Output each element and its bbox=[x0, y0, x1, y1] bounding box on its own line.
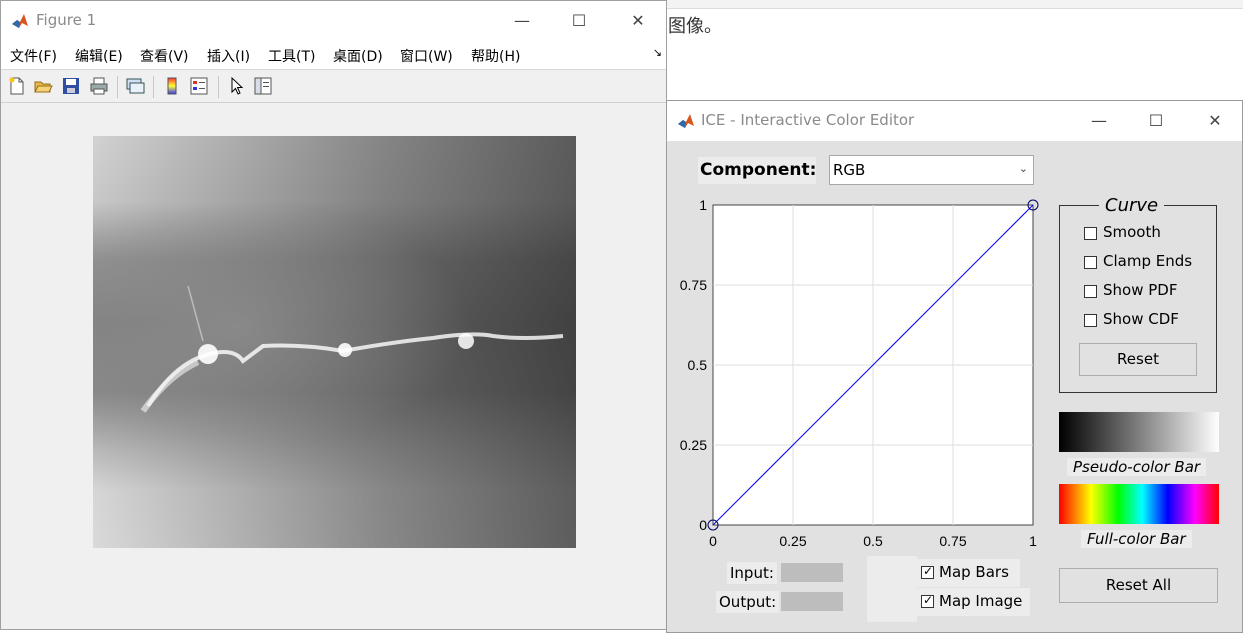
map-bars-label: Map Bars bbox=[939, 563, 1009, 581]
y-tick-label: 0.5 bbox=[688, 357, 708, 373]
show-cdf-label[interactable]: Show CDF bbox=[1103, 310, 1179, 328]
menu-desktop[interactable]: 桌面(D) bbox=[333, 46, 383, 66]
figure-window: Figure 1 — ☐ ✕ 文件(F) 编辑(E) 查看(V) 插入(I) 工… bbox=[0, 0, 667, 630]
map-bars-checkbox[interactable]: ✓ bbox=[921, 564, 934, 579]
minimize-button[interactable]: — bbox=[499, 7, 545, 35]
minimize-button[interactable]: — bbox=[1076, 107, 1122, 135]
menu-edit[interactable]: 编辑(E) bbox=[75, 46, 123, 66]
input-label: Input: bbox=[727, 562, 777, 584]
figure-image-grayscale-weld bbox=[93, 136, 576, 548]
x-tick-label: 0.5 bbox=[863, 533, 883, 549]
figure-toolbar bbox=[1, 69, 666, 103]
menu-insert[interactable]: 插入(I) bbox=[207, 46, 250, 66]
open-file-icon[interactable] bbox=[33, 76, 53, 96]
y-tick-label: 0.25 bbox=[680, 437, 707, 453]
insert-colorbar-icon[interactable] bbox=[162, 76, 182, 96]
print-icon[interactable] bbox=[89, 76, 109, 96]
x-tick-label: 0 bbox=[709, 533, 717, 549]
check-icon: ✓ bbox=[923, 593, 934, 607]
figure-title: Figure 1 bbox=[36, 11, 97, 29]
clamp-ends-checkbox[interactable] bbox=[1084, 256, 1097, 269]
component-select[interactable]: RGB ⌄ bbox=[829, 155, 1034, 185]
menu-view[interactable]: 查看(V) bbox=[140, 46, 189, 66]
menu-help[interactable]: 帮助(H) bbox=[471, 46, 520, 66]
component-label: Component: bbox=[700, 160, 817, 180]
reset-all-button[interactable]: Reset All bbox=[1059, 568, 1218, 603]
maximize-button[interactable]: ☐ bbox=[556, 7, 602, 35]
x-tick-label: 1 bbox=[1029, 533, 1037, 549]
property-inspector-icon[interactable] bbox=[253, 76, 273, 96]
reset-button[interactable]: Reset bbox=[1079, 343, 1197, 376]
toolbar-separator bbox=[153, 76, 154, 98]
y-tick-label: 0 bbox=[699, 517, 707, 533]
background-document-text: 图像。 bbox=[668, 16, 722, 37]
matlab-logo-icon bbox=[678, 114, 694, 128]
y-axis-ticks: 0 0.25 0.5 0.75 1 bbox=[680, 197, 707, 533]
component-select-value: RGB bbox=[833, 161, 866, 179]
toolbar-separator bbox=[117, 76, 118, 98]
background-document-strip bbox=[666, 0, 1243, 9]
show-cdf-checkbox[interactable] bbox=[1084, 314, 1097, 327]
maximize-button[interactable]: ☐ bbox=[1133, 107, 1179, 135]
smooth-label[interactable]: Smooth bbox=[1103, 223, 1161, 241]
pseudo-color-bar-label: Pseudo-color Bar bbox=[1067, 458, 1207, 476]
x-tick-label: 0.75 bbox=[939, 533, 966, 549]
x-axis-ticks: 0 0.25 0.5 0.75 1 bbox=[709, 533, 1037, 549]
close-button[interactable]: ✕ bbox=[615, 7, 661, 35]
check-icon: ✓ bbox=[923, 564, 934, 578]
y-tick-label: 1 bbox=[699, 197, 707, 213]
output-label: Output: bbox=[716, 591, 780, 613]
ice-window: ICE - Interactive Color Editor — ☐ ✕ Com… bbox=[666, 100, 1243, 633]
toolbar-separator bbox=[218, 76, 219, 98]
component-label-box: Component: bbox=[698, 157, 816, 184]
pseudo-color-bar[interactable] bbox=[1059, 412, 1219, 452]
output-value-field bbox=[781, 592, 843, 611]
show-pdf-label[interactable]: Show PDF bbox=[1103, 281, 1177, 299]
close-button[interactable]: ✕ bbox=[1192, 107, 1238, 135]
y-tick-label: 0.75 bbox=[680, 277, 707, 293]
map-image-label: Map Image bbox=[939, 592, 1023, 610]
save-icon[interactable] bbox=[61, 76, 81, 96]
pointer-icon[interactable] bbox=[227, 76, 247, 96]
menu-window[interactable]: 窗口(W) bbox=[400, 46, 453, 66]
ice-titlebar[interactable]: ICE - Interactive Color Editor — ☐ ✕ bbox=[667, 101, 1242, 141]
blank-panel bbox=[867, 556, 917, 622]
chevron-down-icon: ⌄ bbox=[1018, 162, 1028, 175]
insert-legend-icon[interactable] bbox=[189, 76, 209, 96]
weld-seam-highlight bbox=[140, 285, 564, 413]
menu-tools[interactable]: 工具(T) bbox=[268, 46, 315, 66]
clamp-ends-label[interactable]: Clamp Ends bbox=[1103, 252, 1192, 270]
show-pdf-checkbox[interactable] bbox=[1084, 285, 1097, 298]
curve-group-title: Curve bbox=[1099, 195, 1165, 216]
full-color-bar[interactable] bbox=[1059, 484, 1219, 524]
figure-menubar: 文件(F) 编辑(E) 查看(V) 插入(I) 工具(T) 桌面(D) 窗口(W… bbox=[1, 41, 666, 69]
map-bars-checkbox-row[interactable]: ✓ Map Bars bbox=[917, 559, 1020, 587]
curve-plot[interactable]: 0 0.25 0.5 0.75 1 0 0.25 0.5 0.75 1 bbox=[667, 191, 1067, 556]
smooth-checkbox[interactable] bbox=[1084, 227, 1097, 240]
menu-overflow-arrow-icon[interactable]: ↘ bbox=[653, 46, 662, 59]
curve-group: Curve Smooth Clamp Ends Show PDF Show CD… bbox=[1059, 195, 1217, 393]
figure-titlebar[interactable]: Figure 1 — ☐ ✕ bbox=[1, 1, 666, 41]
map-image-checkbox-row[interactable]: ✓ Map Image bbox=[917, 588, 1030, 616]
x-tick-label: 0.25 bbox=[779, 533, 806, 549]
new-figure-icon[interactable] bbox=[7, 76, 27, 96]
ice-title: ICE - Interactive Color Editor bbox=[701, 111, 915, 129]
matlab-logo-icon bbox=[12, 14, 28, 28]
full-color-bar-label: Full-color Bar bbox=[1081, 530, 1192, 548]
input-value-field bbox=[781, 563, 843, 582]
map-image-checkbox[interactable]: ✓ bbox=[921, 593, 934, 608]
link-plot-icon[interactable] bbox=[125, 76, 145, 96]
menu-file[interactable]: 文件(F) bbox=[10, 46, 57, 66]
